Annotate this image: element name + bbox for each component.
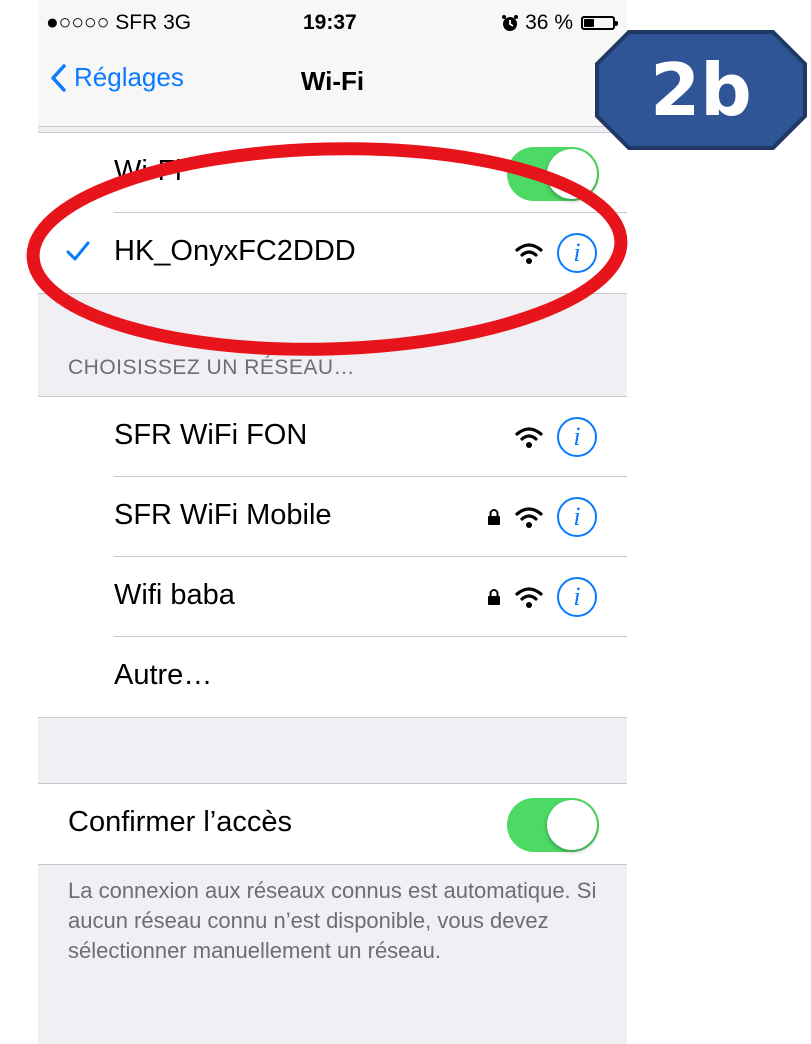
alarm-clock-icon xyxy=(502,15,519,31)
step-badge: 2b xyxy=(591,28,811,152)
network-row[interactable]: SFR WiFi FON i xyxy=(38,397,627,477)
network-name: Wifi baba xyxy=(114,579,235,611)
step-badge-label: 2b xyxy=(650,48,752,132)
lock-icon xyxy=(488,589,500,605)
confirm-access-row: Confirmer l’accès xyxy=(38,784,627,864)
navigation-bar: Réglages Wi-Fi xyxy=(38,44,627,127)
footer-explanation: La connexion aux réseaux connus est auto… xyxy=(68,878,597,963)
network-icons: i xyxy=(487,576,597,618)
info-icon[interactable]: i xyxy=(557,577,597,617)
status-bar: ●○○○○ SFR 3G 19:37 36 % xyxy=(38,0,627,44)
wifi-signal-icon xyxy=(515,427,543,448)
carrier-signal: ●○○○○ SFR 3G xyxy=(46,11,192,34)
wifi-signal-icon xyxy=(515,587,543,608)
network-name: SFR WiFi FON xyxy=(114,419,308,451)
wifi-group: Wi-Fi HK_OnyxFC2DDD i xyxy=(38,132,627,294)
page-title: Wi-Fi xyxy=(300,66,365,96)
confirm-access-group: Confirmer l’accès xyxy=(38,783,627,865)
checkmark-icon xyxy=(66,241,90,261)
wifi-toggle-row: Wi-Fi xyxy=(38,133,627,213)
connected-network-row[interactable]: HK_OnyxFC2DDD i xyxy=(38,213,627,293)
other-network-row[interactable]: Autre… xyxy=(38,637,627,717)
network-row[interactable]: Wifi baba i xyxy=(38,557,627,637)
network-name: SFR WiFi Mobile xyxy=(114,499,332,531)
iphone-screen: ●○○○○ SFR 3G 19:37 36 % Réglages Wi-Fi W… xyxy=(38,0,627,1044)
network-icons: i xyxy=(487,496,597,538)
toggle-knob xyxy=(547,800,597,850)
battery-percent: 36 % xyxy=(525,11,573,34)
toggle-knob xyxy=(547,149,597,199)
connected-network-icons: i xyxy=(515,232,597,274)
confirm-access-toggle[interactable] xyxy=(507,798,599,852)
lock-icon xyxy=(488,509,500,525)
wifi-toggle-label: Wi-Fi xyxy=(114,155,182,187)
wifi-toggle-switch[interactable] xyxy=(507,147,599,201)
other-network-label: Autre… xyxy=(114,659,213,691)
info-icon[interactable]: i xyxy=(557,417,597,457)
networks-group: SFR WiFi FON i SFR WiFi Mobile i Wifi ba… xyxy=(38,396,627,718)
network-row[interactable]: SFR WiFi Mobile i xyxy=(38,477,627,557)
status-time: 19:37 xyxy=(303,11,357,34)
confirm-access-label: Confirmer l’accès xyxy=(68,806,292,838)
wifi-signal-icon xyxy=(515,243,543,264)
connected-network-name: HK_OnyxFC2DDD xyxy=(114,235,356,267)
info-icon[interactable]: i xyxy=(557,497,597,537)
network-icons: i xyxy=(515,416,597,458)
battery-level xyxy=(584,19,594,27)
section-header: CHOISISSEZ UN RÉSEAU… xyxy=(68,356,356,379)
wifi-signal-icon xyxy=(515,507,543,528)
info-icon[interactable]: i xyxy=(557,233,597,273)
